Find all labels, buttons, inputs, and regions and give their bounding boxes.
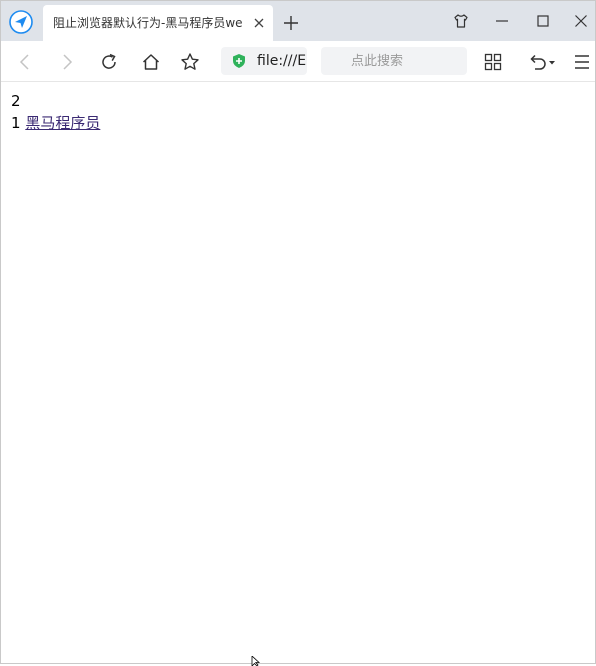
link-prefix: 1: [11, 114, 26, 132]
counter-text: 2: [11, 92, 21, 110]
browser-logo-icon[interactable]: [9, 10, 33, 34]
browser-window: 阻止浏览器默认行为-黑马程序员web file:///E 点此搜索 2 1 黑马…: [0, 0, 596, 664]
maximize-icon[interactable]: [535, 13, 551, 29]
heima-link[interactable]: 黑马程序员: [25, 114, 100, 132]
tab-active[interactable]: 阻止浏览器默认行为-黑马程序员web: [43, 5, 273, 41]
tab-title: 阻止浏览器默认行为-黑马程序员web: [53, 16, 243, 30]
star-icon[interactable]: [180, 52, 200, 72]
search-input[interactable]: [321, 47, 467, 75]
menu-icon[interactable]: [572, 52, 592, 72]
link-line: 1 黑马程序员: [11, 112, 100, 134]
plus-icon[interactable]: [283, 15, 299, 31]
tab-strip: 阻止浏览器默认行为-黑马程序员web: [1, 1, 595, 41]
tshirt-icon[interactable]: [453, 13, 469, 29]
undo-icon[interactable]: [527, 52, 557, 72]
toolbar: file:///E: [1, 41, 595, 82]
forward-icon[interactable]: [57, 52, 77, 72]
close-icon[interactable]: [253, 17, 265, 29]
shield-icon: [233, 54, 245, 68]
page-content: 2 1 黑马程序员: [11, 90, 100, 134]
home-icon[interactable]: [141, 52, 161, 72]
address-bar[interactable]: file:///E: [221, 47, 307, 75]
reload-icon[interactable]: [99, 52, 119, 72]
window-close-icon[interactable]: [573, 13, 589, 29]
mouse-cursor-icon: [251, 656, 261, 666]
url-text: file:///E: [257, 53, 307, 69]
grid-icon[interactable]: [483, 52, 503, 72]
minimize-icon[interactable]: [494, 13, 510, 29]
back-icon[interactable]: [15, 52, 35, 72]
